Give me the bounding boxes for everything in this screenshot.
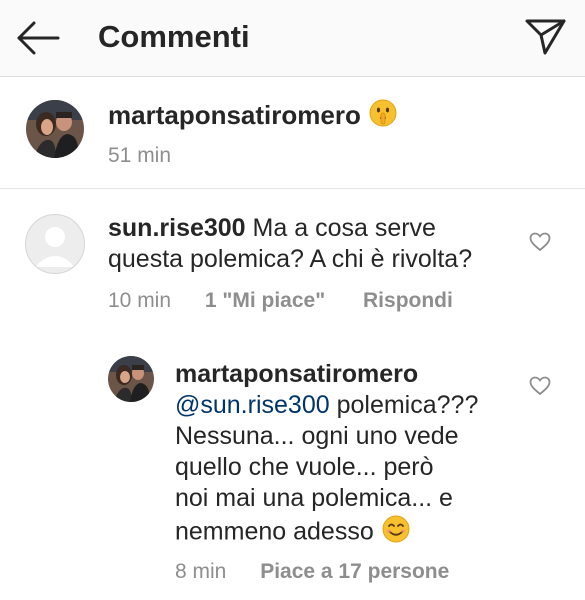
reply-author-username[interactable]: martaponsatiromero bbox=[175, 360, 418, 388]
direct-send-icon bbox=[525, 19, 566, 55]
smiling-face-emoji bbox=[381, 514, 411, 552]
comment-text: sun.rise300 Ma a cosa serve questa polem… bbox=[108, 213, 472, 275]
reply-line-1: polemica??? bbox=[329, 391, 479, 419]
like-comment-button[interactable] bbox=[529, 232, 551, 252]
reply-author-avatar[interactable] bbox=[108, 356, 154, 402]
reply-line-2: Nessuna... ogni uno vede bbox=[175, 422, 459, 450]
heart-outline-icon bbox=[529, 376, 551, 396]
shushing-face-emoji bbox=[368, 98, 398, 136]
reply-meta: 8 min Piace a 17 persone bbox=[175, 560, 449, 584]
post-author-username[interactable]: martaponsatiromero bbox=[108, 100, 361, 130]
reply-line-5: nemmeno adesso bbox=[175, 517, 374, 546]
reply-likes-count[interactable]: Piace a 17 persone bbox=[260, 560, 449, 583]
page-title: Commenti bbox=[98, 19, 250, 54]
heart-outline-icon bbox=[529, 232, 551, 252]
reply-button[interactable]: Rispondi bbox=[363, 289, 453, 312]
reply-text: martaponsatiromero @sun.rise300 polemica… bbox=[175, 359, 478, 552]
comment-meta: 10 min 1 "Mi piace" Rispondi bbox=[108, 289, 453, 313]
mention-link[interactable]: @sun.rise300 bbox=[175, 391, 330, 419]
back-button[interactable] bbox=[14, 18, 62, 58]
post-author-avatar[interactable] bbox=[26, 100, 84, 158]
commenter-username[interactable]: sun.rise300 bbox=[108, 214, 246, 242]
reply-timestamp: 8 min bbox=[175, 560, 227, 583]
couple-photo-avatar bbox=[108, 356, 154, 402]
default-profile-icon bbox=[35, 227, 75, 267]
commenter-avatar[interactable] bbox=[25, 214, 85, 274]
couple-photo-avatar bbox=[26, 100, 84, 158]
like-reply-button[interactable] bbox=[529, 376, 551, 396]
arrow-left-icon bbox=[17, 21, 60, 55]
comment-line-2: questa polemica? A chi è rivolta? bbox=[108, 245, 473, 273]
share-button[interactable] bbox=[524, 16, 568, 56]
post-caption: martaponsatiromero bbox=[108, 98, 398, 136]
header-bar: Commenti bbox=[0, 0, 585, 77]
reply-line-4: noi mai una polemica... e bbox=[175, 484, 453, 512]
reply-line-3: quello che vuole... però bbox=[175, 453, 434, 481]
comment-likes-count[interactable]: 1 "Mi piace" bbox=[205, 289, 325, 312]
comment-timestamp: 10 min bbox=[108, 289, 172, 312]
post-timestamp: 51 min bbox=[108, 144, 172, 167]
divider bbox=[0, 188, 585, 189]
comment-line-1: Ma a cosa serve bbox=[252, 214, 436, 242]
